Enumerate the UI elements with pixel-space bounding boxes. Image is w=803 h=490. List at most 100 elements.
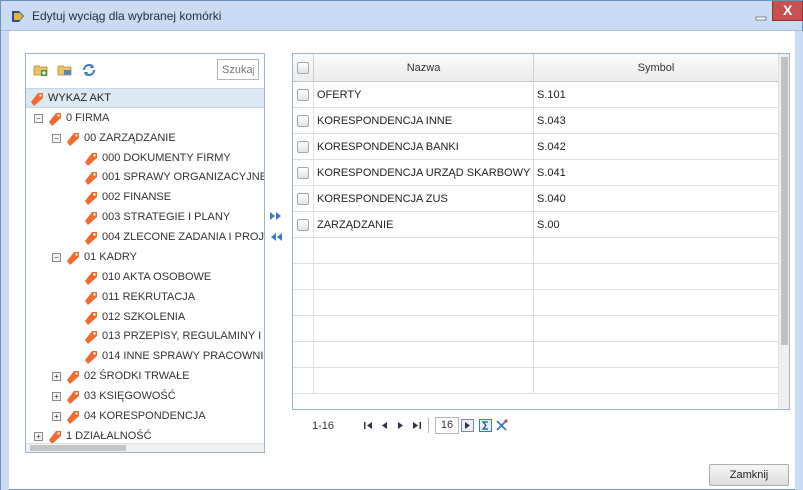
tree-node[interactable]: − 01 KADRY	[52, 248, 264, 268]
tag-icon	[85, 272, 97, 285]
table-row[interactable]: ZARZĄDZANIE S.00	[293, 212, 779, 238]
tree-node[interactable]: 010 AKTA OSOBOWE	[82, 268, 264, 288]
row-checkbox[interactable]	[297, 115, 309, 127]
double-arrow-right-icon[interactable]	[269, 210, 283, 222]
column-header-name[interactable]: Nazwa	[314, 54, 534, 82]
cell-name: KORESPONDENCJA BANKI	[314, 134, 534, 160]
column-header-symbol[interactable]: Symbol	[534, 54, 779, 82]
expand-toggle-icon[interactable]: +	[34, 432, 43, 441]
tree-node[interactable]: 003 STRATEGIE I PLANY	[82, 208, 264, 228]
close-window-button[interactable]: X	[772, 1, 803, 21]
cell-name: KORESPONDENCJA INNE	[314, 108, 534, 134]
tree-node[interactable]: − 0 FIRMA	[34, 109, 264, 129]
search-input[interactable]	[217, 59, 259, 80]
scrollbar-thumb[interactable]	[30, 445, 126, 451]
tree-node-label: 012 SZKOLENIA	[102, 311, 186, 323]
collapse-toggle-icon[interactable]: −	[34, 114, 43, 123]
row-checkbox[interactable]	[297, 167, 309, 179]
cell-symbol: S.101	[534, 82, 779, 108]
expand-toggle-icon[interactable]: +	[52, 392, 61, 401]
tree-panel: WYKAZ AKT − 0 FIRMA − 00 ZARZĄDZANIE 000 DOK…	[25, 53, 265, 453]
tag-icon	[85, 351, 97, 364]
vertical-scrollbar[interactable]	[778, 54, 789, 409]
tree-node-label: 014 INNE SPRAWY PRACOWNICZE	[102, 350, 264, 362]
cell-name	[314, 238, 534, 264]
app-icon	[12, 11, 24, 22]
first-page-icon[interactable]	[362, 419, 375, 432]
dialog-window: Edytuj wyciąg dla wybranej komórki X Szu…	[0, 0, 803, 490]
tree-root[interactable]: WYKAZ AKT	[26, 88, 264, 108]
table-row[interactable]: OFERTY S.101	[293, 82, 779, 108]
refresh-icon[interactable]	[80, 61, 98, 79]
last-page-icon[interactable]	[410, 419, 423, 432]
add-folder-icon[interactable]	[32, 61, 50, 79]
tree-node[interactable]: +04 KORESPONDENCJA	[52, 407, 264, 427]
tree-node[interactable]: 000 DOKUMENTY FIRMY	[82, 149, 264, 169]
table-row	[293, 238, 779, 264]
table-row[interactable]: KORESPONDENCJA URZĄD SKARBOWY S.041	[293, 160, 779, 186]
cell-symbol	[534, 342, 779, 368]
collapse-toggle-icon[interactable]: −	[52, 134, 61, 143]
folder-icon[interactable]	[56, 61, 74, 79]
tag-icon	[85, 212, 97, 225]
tree-toolbar	[26, 54, 264, 88]
table-row	[293, 290, 779, 316]
page-number-input[interactable]: 16	[435, 417, 459, 434]
goto-page-icon[interactable]	[461, 419, 474, 432]
tree-node[interactable]: 014 INNE SPRAWY PRACOWNICZE	[82, 347, 264, 367]
tag-icon	[85, 331, 97, 344]
row-select-cell	[293, 82, 314, 108]
settings-icon[interactable]	[495, 419, 508, 432]
tree-node[interactable]: 012 SZKOLENIA	[82, 308, 264, 328]
pager: 1-16 16	[312, 417, 572, 435]
cell-symbol: S.043	[534, 108, 779, 134]
horizontal-scrollbar[interactable]	[26, 443, 264, 452]
tree-node[interactable]: 004 ZLECONE ZADANIA I PROJEKTY	[82, 228, 264, 248]
table-row[interactable]: KORESPONDENCJA INNE S.043	[293, 108, 779, 134]
tree-node[interactable]: 002 FINANSE	[82, 188, 264, 208]
scrollbar-thumb[interactable]	[781, 57, 788, 345]
tag-icon	[85, 232, 97, 245]
expand-toggle-icon[interactable]: +	[52, 372, 61, 381]
row-checkbox[interactable]	[297, 193, 309, 205]
row-select-cell	[293, 290, 314, 316]
tree-node-label: 013 PRZEPISY, REGULAMINY I ZARZĄDZENIA	[102, 330, 264, 342]
tree-node[interactable]: 011 REKRUTACJA	[82, 288, 264, 308]
double-arrow-left-icon[interactable]	[269, 231, 283, 243]
tree-node[interactable]: − 00 ZARZĄDZANIE	[52, 129, 264, 149]
tag-icon	[67, 391, 79, 404]
table-row[interactable]: KORESPONDENCJA ZUS S.040	[293, 186, 779, 212]
tree-node-label: 003 STRATEGIE I PLANY	[102, 211, 231, 223]
cell-name	[314, 342, 534, 368]
cell-symbol: S.00	[534, 212, 779, 238]
title-bar: Edytuj wyciąg dla wybranej komórki X	[1, 1, 803, 31]
window-title: Edytuj wyciąg dla wybranej komórki	[32, 9, 222, 23]
table-row	[293, 316, 779, 342]
tag-icon	[49, 113, 61, 126]
next-page-icon[interactable]	[394, 419, 407, 432]
expand-toggle-icon[interactable]: +	[52, 412, 61, 421]
select-all-checkbox[interactable]	[297, 62, 309, 74]
tree-node[interactable]: +03 KSIĘGOWOŚĆ	[52, 387, 264, 407]
row-checkbox[interactable]	[297, 89, 309, 101]
tree-node-label: 000 DOKUMENTY FIRMY	[102, 152, 231, 164]
tree-node[interactable]: 001 SPRAWY ORGANIZACYJNE	[82, 168, 264, 188]
tag-icon	[85, 153, 97, 166]
close-button[interactable]: Zamknij	[709, 464, 789, 486]
tree-node[interactable]: 013 PRZEPISY, REGULAMINY I ZARZĄDZENIA	[82, 327, 264, 347]
minimize-icon[interactable]	[753, 7, 769, 23]
sum-icon[interactable]	[479, 419, 492, 432]
tree-node-label: 011 REKRUTACJA	[102, 291, 196, 303]
tree-node[interactable]: +02 ŚRODKI TRWAŁE	[52, 367, 264, 387]
table-row[interactable]: KORESPONDENCJA BANKI S.042	[293, 134, 779, 160]
prev-page-icon[interactable]	[378, 419, 391, 432]
row-select-cell	[293, 108, 314, 134]
row-checkbox[interactable]	[297, 219, 309, 231]
header-select-cell	[293, 54, 314, 82]
collapse-toggle-icon[interactable]: −	[52, 253, 61, 262]
tree-node-label: 02 ŚRODKI TRWAŁE	[84, 370, 190, 382]
tag-icon	[67, 411, 79, 424]
table-row	[293, 342, 779, 368]
row-checkbox[interactable]	[297, 141, 309, 153]
cell-symbol: S.042	[534, 134, 779, 160]
